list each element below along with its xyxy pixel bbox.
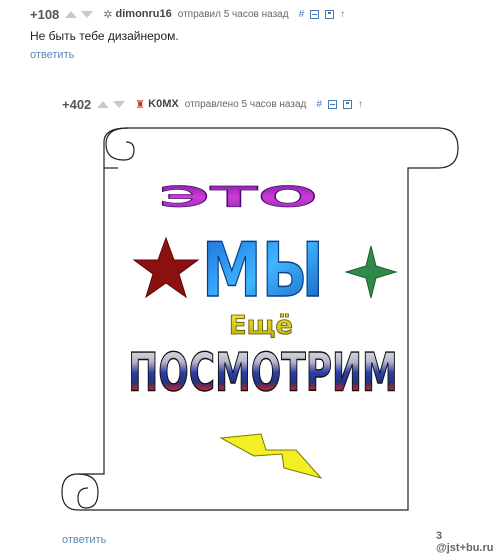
comment-text: Не быть тебе дизайнером. (30, 29, 179, 43)
parent-arrow-icon[interactable]: ↑ (340, 9, 345, 20)
watermark: 3 @jst+bu.ru (436, 530, 494, 554)
rating-value: +108 (30, 6, 60, 22)
comment-time: отправил 5 часов назад (177, 8, 289, 20)
reply-link[interactable]: ответить (62, 534, 106, 546)
image-word-3: Ещё (229, 311, 293, 341)
link-icon[interactable]: # (299, 9, 305, 20)
user-icon: ✲ (103, 8, 113, 21)
vote-up-icon[interactable] (65, 10, 78, 18)
save-icon[interactable] (325, 9, 335, 19)
reply-link[interactable]: ответить (30, 49, 351, 61)
comment-time: отправлено 5 часов назад (184, 98, 307, 110)
collapse-icon[interactable] (310, 9, 320, 19)
user-icon: ♜ (135, 98, 146, 111)
comment-image[interactable]: ЭТО МЫ Ещё ПОСМОТРИМ (58, 120, 464, 520)
rating-value: +402 (62, 96, 92, 112)
vote-up-icon[interactable] (97, 100, 110, 108)
parent-arrow-icon[interactable]: ↑ (358, 99, 363, 110)
image-word-1: ЭТО (158, 180, 317, 214)
comment-2: +402 ♜ K0MX отправлено 5 часов назад # ↑ (62, 96, 369, 112)
vote-down-icon[interactable] (113, 100, 126, 108)
comment-meta: +108 ✲ dimonru16 отправил 5 часов назад … (30, 6, 351, 22)
comment-1: +108 ✲ dimonru16 отправил 5 часов назад … (30, 6, 351, 62)
save-icon[interactable] (342, 99, 352, 109)
username[interactable]: K0MX (148, 98, 179, 110)
collapse-icon[interactable] (327, 99, 337, 109)
image-word-2: МЫ (202, 228, 324, 315)
vote-down-icon[interactable] (81, 10, 94, 18)
comment-meta: +402 ♜ K0MX отправлено 5 часов назад # ↑ (62, 96, 369, 112)
username[interactable]: dimonru16 (116, 8, 172, 20)
link-icon[interactable]: # (316, 99, 322, 110)
image-word-4: ПОСМОТРИМ (128, 342, 398, 404)
